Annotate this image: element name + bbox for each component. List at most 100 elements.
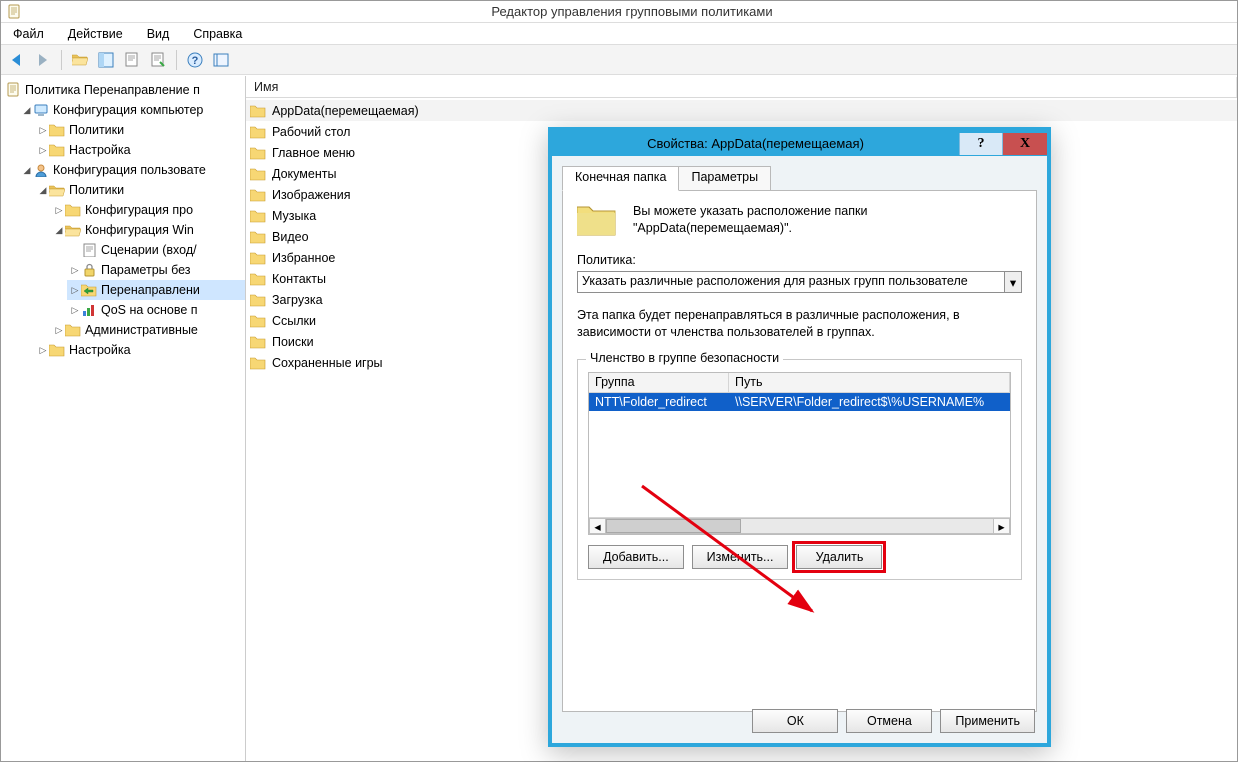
col-name[interactable]: Имя: [246, 77, 1237, 97]
edit-button[interactable]: Изменить...: [692, 545, 789, 569]
menu-action[interactable]: Действие: [56, 24, 135, 44]
list-item-label: Главное меню: [272, 146, 355, 160]
tree-uc-security[interactable]: ▷ Параметры без: [67, 260, 245, 280]
tree-user-config[interactable]: ◢ Конфигурация пользовате: [19, 160, 245, 180]
ok-button[interactable]: ОК: [752, 709, 838, 733]
folder-icon: [250, 104, 266, 117]
forward-button[interactable]: [31, 48, 55, 72]
policy-combobox[interactable]: Указать различные расположения для разны…: [577, 271, 1022, 293]
script-icon: [81, 242, 97, 258]
expand-icon[interactable]: ▷: [37, 344, 49, 356]
dialog-body: Конечная папка Параметры Вы можете указа…: [552, 156, 1047, 743]
tree-label: Политики: [69, 121, 124, 139]
col-group[interactable]: Группа: [589, 373, 729, 392]
properties-dialog: Свойства: AppData(перемещаемая) ? X Коне…: [548, 127, 1051, 747]
tree-label: QoS на основе п: [101, 301, 198, 319]
list-item-label: Избранное: [272, 251, 335, 265]
expand-icon[interactable]: ▷: [37, 144, 49, 156]
cell-group: NTT\Folder_redirect: [589, 395, 729, 409]
show-hide-tree-button[interactable]: [94, 48, 118, 72]
listview-row[interactable]: NTT\Folder_redirect \\SERVER\Folder_redi…: [589, 393, 1010, 411]
expand-icon[interactable]: ▷: [37, 124, 49, 136]
tabs: Конечная папка Параметры: [562, 166, 1037, 190]
tree-root[interactable]: Политика Перенаправление п: [3, 80, 245, 100]
groupbox-legend: Членство в группе безопасности: [586, 351, 783, 365]
policy-tree[interactable]: Политика Перенаправление п ◢ Конфигураци…: [1, 80, 245, 360]
horizontal-scrollbar[interactable]: ◂ ▸: [589, 517, 1010, 534]
cancel-button[interactable]: Отмена: [846, 709, 932, 733]
tree-label: Настройка: [69, 141, 131, 159]
expand-icon[interactable]: ▷: [53, 324, 65, 336]
chevron-down-icon[interactable]: ▾: [1004, 272, 1021, 292]
collapse-icon[interactable]: ◢: [37, 184, 49, 196]
filter-button[interactable]: [209, 48, 233, 72]
add-button[interactable]: Добавить...: [588, 545, 684, 569]
tree-label: Конфигурация про: [85, 201, 193, 219]
collapse-icon[interactable]: ◢: [53, 224, 65, 236]
collapse-icon[interactable]: ◢: [21, 164, 33, 176]
list-item-label: Изображения: [272, 188, 351, 202]
dialog-titlebar[interactable]: Свойства: AppData(перемещаемая) ? X: [552, 131, 1047, 156]
tree-uc-admin[interactable]: ▷ Административные: [51, 320, 245, 340]
tree-cc-policies[interactable]: ▷ Политики: [35, 120, 245, 140]
tree-label: Настройка: [69, 341, 131, 359]
tab-parameters[interactable]: Параметры: [678, 166, 771, 190]
tab-target-folder[interactable]: Конечная папка: [562, 166, 679, 191]
tree-computer-config[interactable]: ◢ Конфигурация компьютер: [19, 100, 245, 120]
apply-button[interactable]: Применить: [940, 709, 1035, 733]
policy-label: Политика:: [577, 253, 1022, 267]
tree-pane[interactable]: Политика Перенаправление п ◢ Конфигураци…: [1, 76, 246, 761]
folder-open-icon: [65, 222, 81, 238]
scroll-thumb[interactable]: [606, 519, 741, 533]
list-header[interactable]: Имя: [246, 76, 1237, 98]
menu-help[interactable]: Справка: [181, 24, 254, 44]
tree-uc-qos[interactable]: ▷ QoS на основе п: [67, 300, 245, 320]
tree-uc-soft[interactable]: ▷ Конфигурация про: [51, 200, 245, 220]
security-group-membership-box: Членство в группе безопасности Группа Пу…: [577, 359, 1022, 580]
folder-icon: [250, 188, 266, 201]
col-path[interactable]: Путь: [729, 373, 1010, 392]
expand-icon[interactable]: ▷: [53, 204, 65, 216]
tree-uc-scripts[interactable]: Сценарии (вход/: [67, 240, 245, 260]
help-button[interactable]: ?: [959, 133, 1003, 155]
cell-path: \\SERVER\Folder_redirect$\%USERNAME%: [729, 395, 1010, 409]
help-button[interactable]: [183, 48, 207, 72]
membership-listview[interactable]: Группа Путь NTT\Folder_redirect \\SERVER…: [588, 372, 1011, 535]
tree-label: Параметры без: [101, 261, 191, 279]
tree-uc-win[interactable]: ◢ Конфигурация Win: [51, 220, 245, 240]
up-button[interactable]: [68, 48, 92, 72]
expand-icon[interactable]: ▷: [69, 264, 81, 276]
window-title: Редактор управления групповыми политикам…: [27, 4, 1237, 19]
tree-label: Конфигурация пользовате: [53, 161, 206, 179]
listview-header[interactable]: Группа Путь: [589, 373, 1010, 393]
expand-icon[interactable]: ▷: [69, 284, 81, 296]
tree-cc-settings[interactable]: ▷ Настройка: [35, 140, 245, 160]
close-button[interactable]: X: [1003, 133, 1047, 155]
tree-uc-policies[interactable]: ◢ Политики: [35, 180, 245, 200]
list-item-label: Контакты: [272, 272, 326, 286]
app-icon: [5, 3, 23, 21]
scroll-left-icon[interactable]: ◂: [589, 518, 606, 534]
user-icon: [33, 162, 49, 178]
export-button[interactable]: [120, 48, 144, 72]
folder-icon: [65, 322, 81, 338]
scroll-right-icon[interactable]: ▸: [993, 518, 1010, 534]
tab-body: Вы можете указать расположение папки "Ap…: [562, 190, 1037, 712]
expand-icon[interactable]: ▷: [69, 304, 81, 316]
delete-button[interactable]: Удалить: [796, 545, 882, 569]
refresh-button[interactable]: [146, 48, 170, 72]
tree-uc-redirect[interactable]: ▷ Перенаправлени: [67, 280, 245, 300]
menu-view[interactable]: Вид: [135, 24, 182, 44]
list-item-label: AppData(перемещаемая): [272, 104, 419, 118]
collapse-icon[interactable]: ◢: [21, 104, 33, 116]
list-item[interactable]: AppData(перемещаемая): [246, 100, 1237, 121]
policy-description: Эта папка будет перенаправляться в разли…: [577, 307, 1022, 341]
scroll-track[interactable]: [606, 518, 993, 534]
listview-body[interactable]: NTT\Folder_redirect \\SERVER\Folder_redi…: [589, 393, 1010, 517]
info-line-2: "AppData(перемещаемая)".: [633, 220, 867, 237]
back-button[interactable]: [5, 48, 29, 72]
tree-uc-settings[interactable]: ▷ Настройка: [35, 340, 245, 360]
menu-file[interactable]: Файл: [1, 24, 56, 44]
folder-icon: [49, 342, 65, 358]
tree-label: Политики: [69, 181, 124, 199]
